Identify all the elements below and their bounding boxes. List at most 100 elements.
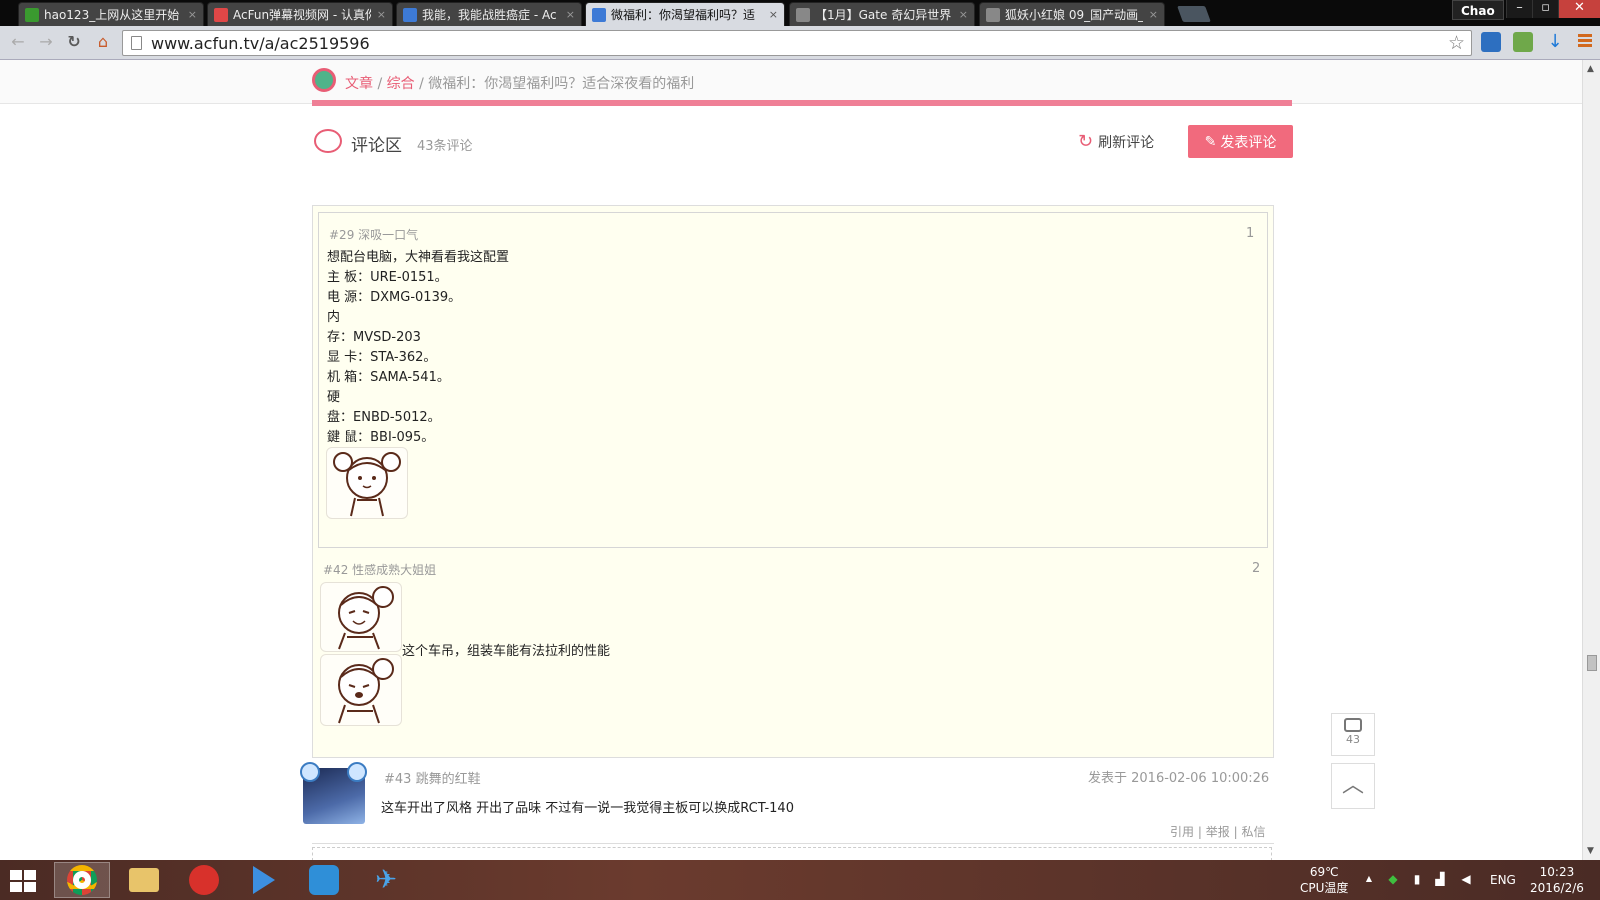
tab-close-icon[interactable]: × bbox=[188, 8, 197, 21]
avatar-decoration-icon bbox=[300, 762, 320, 782]
tab-close-icon[interactable]: × bbox=[377, 8, 386, 21]
article-banner-edge bbox=[312, 100, 1292, 106]
volume-icon[interactable]: ◀ bbox=[1459, 872, 1473, 886]
scrollbar-thumb[interactable] bbox=[1587, 655, 1597, 671]
cpu-temp-value: 69℃ bbox=[1309, 865, 1339, 879]
tab-close-icon[interactable]: × bbox=[959, 8, 968, 21]
private-message-link[interactable]: 私信 bbox=[1241, 825, 1265, 839]
security-shield-icon[interactable]: ◆ bbox=[1386, 872, 1400, 886]
taskbar-app-icon[interactable] bbox=[296, 862, 352, 898]
action-separator: | bbox=[1233, 825, 1238, 839]
refresh-label: 刷新评论 bbox=[1098, 135, 1155, 151]
anime-girl-emoticon-icon bbox=[326, 447, 408, 519]
taskbar-player-icon[interactable] bbox=[236, 862, 292, 898]
tab-title: 狐妖小红娘 09_国产动画_ bbox=[1005, 8, 1143, 22]
quote-1-username[interactable]: 深吸一口气 bbox=[358, 228, 418, 242]
tab-gate[interactable]: 【1月】Gate 奇幻异世界 × bbox=[789, 2, 975, 26]
extension-1-icon[interactable] bbox=[1481, 32, 1501, 52]
quote-1-line: 硬 bbox=[327, 390, 341, 405]
comment-date: 发表于 2016-02-06 10:00:26 bbox=[1088, 771, 1270, 786]
profile-button[interactable]: Chao bbox=[1452, 0, 1504, 20]
clock-time: 10:23 bbox=[1539, 865, 1575, 879]
tab-cancer-article[interactable]: 我能，我能战胜癌症 - Ac × bbox=[396, 2, 582, 26]
tab-close-icon[interactable]: × bbox=[1149, 8, 1158, 21]
reload-icon[interactable]: ↻ bbox=[64, 32, 84, 52]
taskbar-explorer-icon[interactable] bbox=[116, 862, 172, 898]
back-to-top-button[interactable]: ︿ bbox=[1331, 763, 1375, 809]
close-window-button[interactable]: ✕ bbox=[1558, 0, 1600, 18]
tab-close-icon[interactable]: × bbox=[769, 8, 778, 21]
windows-taskbar: ✈ 69℃ CPU温度 ▲ ◆ ▮ ▟ ◀ ENG 10:23 2016/2/6 bbox=[0, 860, 1600, 900]
breadcrumb-article[interactable]: 文章 bbox=[345, 76, 373, 92]
browser-toolbar: ← → ↻ ⌂ www.acfun.tv/a/ac2519596 ☆ ↓ bbox=[0, 26, 1600, 60]
comment-icon bbox=[1344, 718, 1362, 732]
new-tab-button[interactable] bbox=[1177, 6, 1211, 22]
quote-1-line: 鍵 鼠：BBI-095。 bbox=[327, 430, 435, 445]
bookmark-star-icon[interactable]: ☆ bbox=[1448, 32, 1465, 54]
cpu-temp-label: CPU温度 bbox=[1300, 881, 1349, 895]
url-text[interactable]: www.acfun.tv/a/ac2519596 bbox=[151, 34, 370, 53]
tab-acfun-home[interactable]: AcFun弹幕视频网 - 认真你 × bbox=[207, 2, 393, 26]
quote-1-line: 电 源：DXMG-0139。 bbox=[327, 290, 462, 305]
breadcrumb-general[interactable]: 综合 bbox=[387, 76, 415, 92]
user-avatar[interactable] bbox=[300, 762, 367, 824]
next-comment-quote-edge bbox=[312, 847, 1272, 861]
input-language[interactable]: ENG bbox=[1490, 872, 1516, 888]
jump-to-comments-button[interactable]: 43 bbox=[1331, 713, 1375, 756]
quote-1-body: 想配台电脑，大神看看我这配置 主 板：URE-0151。 电 源：DXMG-01… bbox=[327, 248, 509, 448]
post-comment-button[interactable]: ✎ 发表评论 bbox=[1188, 125, 1293, 158]
tab-current-article[interactable]: 微福利：你渴望福利吗？适 × bbox=[585, 2, 785, 26]
report-link[interactable]: 举报 bbox=[1206, 825, 1230, 839]
download-icon[interactable]: ↓ bbox=[1545, 32, 1565, 52]
address-bar[interactable]: www.acfun.tv/a/ac2519596 ☆ bbox=[122, 30, 1472, 56]
quote-1-floor: #29 bbox=[329, 228, 355, 242]
refresh-comments-button[interactable]: ↻ 刷新评论 bbox=[1078, 132, 1154, 152]
cpu-temperature: 69℃ CPU温度 bbox=[1300, 864, 1348, 896]
taskbar-chrome-icon[interactable] bbox=[54, 862, 110, 898]
quote-2-text: 这个车吊，组装车能有法拉利的性能 bbox=[402, 644, 611, 659]
back-icon[interactable]: ← bbox=[8, 32, 28, 52]
page-icon bbox=[131, 36, 142, 50]
scroll-down-arrow-icon[interactable]: ▼ bbox=[1587, 846, 1594, 856]
tab-title: 微福利：你渴望福利吗？适 bbox=[611, 8, 756, 22]
clock[interactable]: 10:23 2016/2/6 bbox=[1530, 864, 1584, 896]
quote-1-line: 机 箱：SAMA-541。 bbox=[327, 370, 450, 385]
comment-text: 这车开出了风格 开出了品味 不过有一说一我觉得主板可以换成RCT-140 bbox=[381, 801, 794, 816]
comment-count: 43条评论 bbox=[417, 139, 473, 154]
quote-2-meta: #42 性感成熟大姐姐 bbox=[323, 561, 436, 578]
windows-start-icon[interactable] bbox=[10, 870, 38, 892]
acfun-article-favicon-icon bbox=[403, 7, 417, 22]
acfun-article-favicon-icon bbox=[592, 7, 606, 22]
breadcrumb-separator: / bbox=[377, 76, 383, 92]
tab-hao123[interactable]: hao123_上网从这里开始 × bbox=[18, 2, 204, 26]
tab-title: 【1月】Gate 奇幻异世界 bbox=[815, 8, 952, 22]
tab-huyao[interactable]: 狐妖小红娘 09_国产动画_ × bbox=[979, 2, 1165, 26]
tab-close-icon[interactable]: × bbox=[566, 8, 575, 21]
taskbar-bird-icon[interactable]: ✈ bbox=[358, 862, 414, 898]
browser-tab-strip: hao123_上网从这里开始 × AcFun弹幕视频网 - 认真你 × 我能，我… bbox=[0, 0, 1600, 26]
network-signal-icon[interactable]: ▟ bbox=[1433, 872, 1447, 886]
comment-username[interactable]: 跳舞的红鞋 bbox=[416, 772, 481, 787]
post-comment-label: 发表评论 bbox=[1220, 134, 1277, 151]
acfun-favicon-icon bbox=[214, 7, 228, 22]
chevron-up-icon: ︿ bbox=[1341, 773, 1364, 798]
home-icon[interactable]: ⌂ bbox=[93, 32, 113, 52]
maximize-button[interactable]: ▫ bbox=[1532, 0, 1558, 18]
tray-expand-icon[interactable]: ▲ bbox=[1362, 872, 1376, 886]
comment-actions: 引用 | 举报 | 私信 bbox=[1170, 823, 1265, 840]
taskbar-netease-music-icon[interactable] bbox=[176, 862, 232, 898]
scroll-up-arrow-icon[interactable]: ▲ bbox=[1587, 64, 1594, 74]
chrome-menu-icon[interactable] bbox=[1578, 34, 1592, 49]
quote-2-username[interactable]: 性感成熟大姐姐 bbox=[352, 563, 436, 577]
tab-title: AcFun弹幕视频网 - 认真你 bbox=[233, 8, 371, 22]
quote-link[interactable]: 引用 bbox=[1170, 825, 1194, 839]
comment-count-badge: 43 bbox=[1346, 733, 1360, 746]
quote-2-floor: #42 bbox=[323, 563, 349, 577]
tab-title: hao123_上网从这里开始 bbox=[44, 8, 180, 22]
forward-icon[interactable]: → bbox=[36, 32, 56, 52]
minimize-button[interactable]: – bbox=[1506, 0, 1532, 18]
extension-2-icon[interactable] bbox=[1513, 32, 1533, 52]
quote-1-line: 显 卡：STA-362。 bbox=[327, 350, 437, 365]
page-scrollbar[interactable]: ▲ ▼ bbox=[1582, 60, 1600, 860]
device-icon[interactable]: ▮ bbox=[1410, 872, 1424, 886]
